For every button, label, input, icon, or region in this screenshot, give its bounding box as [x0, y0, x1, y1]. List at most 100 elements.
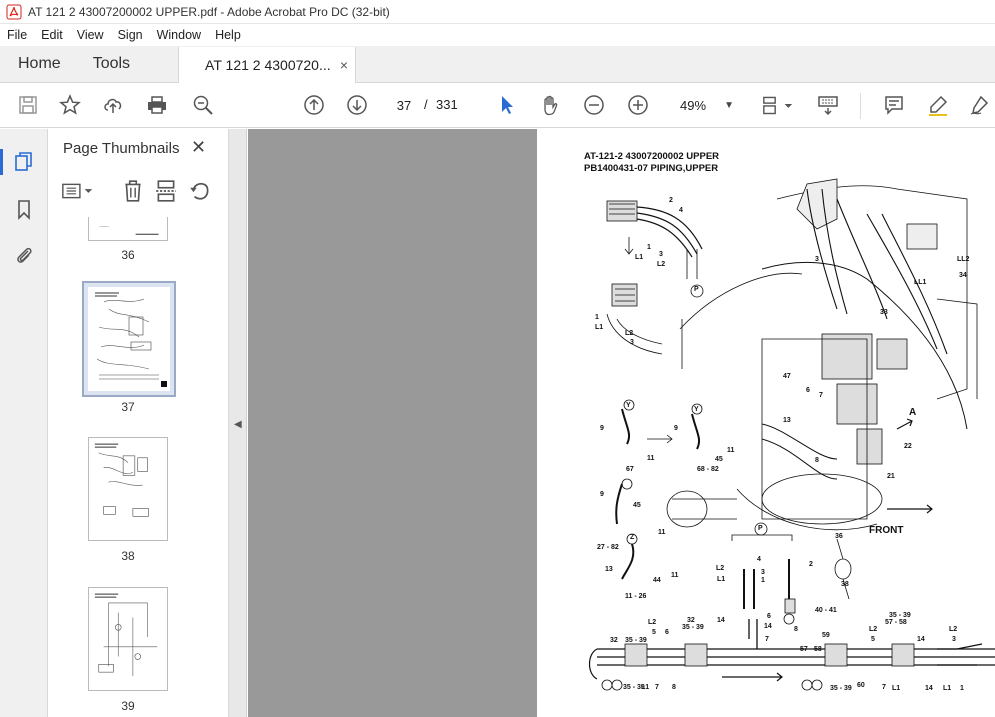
label-9-left: 9 [600, 425, 604, 432]
thumbnail-label-37: 37 [121, 400, 135, 414]
left-navigation-rail [0, 129, 48, 717]
label-1-far: 1 [960, 685, 964, 692]
acrobat-app-icon [6, 4, 22, 19]
bookmarks-icon[interactable] [12, 197, 36, 221]
tab-document[interactable]: AT 121 2 4300720... × [178, 47, 357, 83]
label-y-left: Y [626, 402, 631, 409]
label-1: 1 [647, 244, 651, 251]
label-p-circle: P [694, 286, 699, 293]
tab-home[interactable]: Home [0, 46, 75, 82]
insert-page-icon[interactable] [154, 179, 178, 203]
chevron-down-icon: ▼ [724, 100, 734, 111]
delete-trash-icon[interactable] [121, 179, 145, 203]
label-44: 44 [653, 577, 661, 584]
keyboard-icon[interactable] [816, 93, 840, 117]
page-thumbnail-37[interactable] [82, 281, 176, 397]
menu-file[interactable]: File [0, 28, 34, 42]
tab-tools[interactable]: Tools [75, 46, 148, 82]
cloud-upload-icon[interactable] [101, 93, 125, 117]
label-y-right: Y [694, 406, 699, 413]
label-13-lower: 13 [605, 566, 613, 573]
thumbnail-label-39: 39 [121, 699, 135, 713]
label-3: 3 [659, 251, 663, 258]
label-l2-bottom: L2 [648, 619, 657, 626]
rotate-page-icon[interactable] [188, 179, 212, 203]
label-11-lower: 11 [658, 529, 666, 536]
zoom-search-icon[interactable] [191, 93, 215, 117]
label-ll2: LL2 [957, 256, 970, 263]
bookmark-star-icon[interactable] [58, 93, 82, 117]
page-thumbnail-36[interactable] [88, 217, 168, 241]
label-7-right: 7 [882, 684, 886, 691]
label-3-lower: 3 [630, 339, 634, 346]
document-page[interactable]: AT-121-2 43007200002 UPPER PB1400431-07 … [537, 129, 995, 717]
select-cursor-icon[interactable] [495, 93, 519, 117]
tab-document-label: AT 121 2 4300720... [205, 57, 331, 73]
zoom-in-icon[interactable] [626, 93, 650, 117]
label-4-lower: 4 [757, 556, 761, 563]
sign-pen-icon[interactable] [968, 93, 992, 117]
rail-active-indicator [0, 149, 3, 175]
page-fit-icon[interactable] [760, 93, 796, 117]
label-view-a: A [909, 407, 917, 418]
page-thumbnail-39[interactable] [88, 587, 168, 691]
hand-tool-icon[interactable] [538, 93, 562, 117]
window-title: AT 121 2 43007200002 UPPER.pdf - Adobe A… [28, 4, 390, 19]
main-toolbar: 37 / 331 49% ▼ [0, 83, 995, 128]
zoom-level-select[interactable]: 49% ▼ [670, 95, 742, 117]
label-l1-far: L1 [943, 685, 952, 692]
label-9-lower: 9 [600, 491, 604, 498]
panel-close-button[interactable]: ✕ [191, 137, 206, 158]
label-22: 22 [904, 443, 912, 450]
label-l1-lower: L1 [595, 324, 604, 331]
label-3-upper: 3 [815, 256, 819, 263]
highlight-pen-icon[interactable] [926, 93, 950, 117]
tab-bar: Home Tools AT 121 2 4300720... × [0, 46, 995, 83]
panel-collapse-handle[interactable]: ◀ [229, 129, 247, 717]
thumbnail-tools [59, 179, 219, 205]
menu-sign[interactable]: Sign [111, 28, 150, 42]
label-l2: L2 [657, 261, 666, 268]
next-page-icon[interactable] [345, 93, 369, 117]
label-59: 59 [822, 632, 830, 639]
label-2: 2 [669, 197, 673, 204]
page-number-input[interactable]: 37 [389, 93, 419, 117]
print-icon[interactable] [145, 93, 169, 117]
label-14-right: 14 [917, 636, 925, 643]
page-thumbnail-38[interactable] [88, 437, 168, 541]
label-ll1: LL1 [914, 279, 927, 286]
page-thumbnails-icon[interactable] [12, 150, 36, 174]
previous-page-icon[interactable] [302, 93, 326, 117]
zoom-out-icon[interactable] [582, 93, 606, 117]
window-titlebar: AT 121 2 43007200002 UPPER.pdf - Adobe A… [0, 0, 995, 24]
menu-view[interactable]: View [70, 28, 111, 42]
label-1-lower: 1 [595, 314, 599, 321]
label-7-bottom: 7 [655, 684, 659, 691]
attachments-paperclip-icon[interactable] [12, 243, 36, 267]
label-6-lower: 6 [767, 613, 771, 620]
label-67: 67 [626, 466, 634, 473]
label-4: 4 [679, 207, 683, 214]
label-8-lower: 8 [794, 626, 798, 633]
save-icon[interactable] [16, 93, 40, 117]
label-35-39: 35 - 39 [682, 624, 704, 631]
comment-icon[interactable] [882, 93, 906, 117]
label-60: 60 [857, 682, 865, 689]
page-thumbnails-panel: Page Thumbnails ✕ 36 37 38 39 [49, 129, 267, 717]
tab-close-button[interactable]: × [340, 57, 348, 73]
label-38: 38 [841, 581, 849, 588]
label-32-a: 32 [687, 617, 695, 624]
label-35: 35 - 39 [625, 637, 647, 644]
label-l1-mid: L1 [717, 576, 726, 583]
menu-help[interactable]: Help [208, 28, 248, 42]
menu-window[interactable]: Window [150, 28, 208, 42]
menu-edit[interactable]: Edit [34, 28, 70, 42]
thumbnail-list: 36 37 38 39 [49, 217, 229, 717]
thumbnail-options-menu[interactable] [59, 179, 97, 203]
label-14-far: 14 [925, 685, 933, 692]
label-l2-lower: L2 [625, 330, 634, 337]
label-27-82: 27 - 82 [597, 544, 619, 551]
label-p-bracket: P [758, 525, 763, 532]
page-total: 331 [436, 97, 458, 112]
label-front: FRONT [869, 525, 904, 536]
